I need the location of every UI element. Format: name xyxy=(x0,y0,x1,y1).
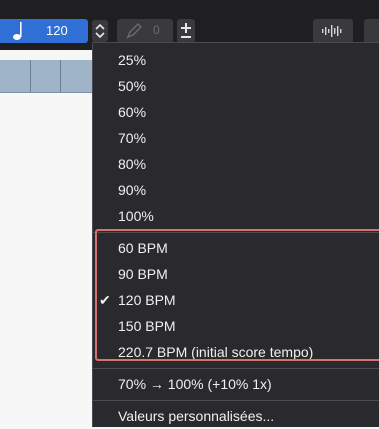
menu-item-percent[interactable]: 60% xyxy=(93,99,379,125)
menu-divider xyxy=(93,368,379,369)
tempo-value: 120 xyxy=(46,23,68,38)
ruler-divider xyxy=(30,60,31,92)
quarter-note-icon xyxy=(13,22,22,40)
menu-item-percent[interactable]: 50% xyxy=(93,73,379,99)
stepper-icon[interactable] xyxy=(92,20,108,42)
menu-item-percent[interactable]: 90% xyxy=(93,177,379,203)
menu-item-label: 25% xyxy=(118,52,147,68)
timeline-ruler xyxy=(0,60,92,93)
bpm-highlight-box xyxy=(95,229,379,361)
menu-item-percent[interactable]: 25% xyxy=(93,47,379,73)
menu-item-percent[interactable]: 80% xyxy=(93,151,379,177)
score-canvas xyxy=(0,93,92,426)
menu-item-label: 60% xyxy=(118,104,147,120)
menu-item-label: 50% xyxy=(118,78,147,94)
menu-item-ramp[interactable]: 70% → 100% (+10% 1x) xyxy=(93,371,379,397)
menu-item-custom-values[interactable]: Valeurs personnalisées... xyxy=(93,403,379,429)
menu-item-label: 90% xyxy=(118,182,147,198)
plus-minus-icon[interactable] xyxy=(177,19,195,43)
pen-icon xyxy=(126,23,142,39)
waveform-icon xyxy=(322,25,342,37)
waveform-button[interactable] xyxy=(313,19,353,43)
pen-value: 0 xyxy=(153,23,160,37)
menu-item-percent[interactable]: 100% xyxy=(93,203,379,229)
menu-item-percent[interactable]: 70% xyxy=(93,125,379,151)
ruler-divider xyxy=(60,60,61,92)
toolbar-extra-button[interactable] xyxy=(364,19,379,43)
pen-field[interactable]: 0 xyxy=(117,19,173,43)
tempo-field[interactable]: 120 xyxy=(0,19,88,43)
menu-item-label: Valeurs personnalisées... xyxy=(118,408,275,424)
menu-item-label: 80% xyxy=(118,156,147,172)
menu-item-label: 70% → 100% (+10% 1x) xyxy=(118,376,272,392)
menu-item-label: 100% xyxy=(118,208,154,224)
menu-divider xyxy=(93,400,379,401)
menu-item-label: 70% xyxy=(118,130,147,146)
